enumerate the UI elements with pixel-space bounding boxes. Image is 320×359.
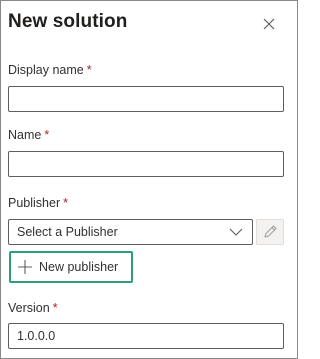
close-button[interactable] [259, 14, 279, 34]
name-label-text: Name [8, 128, 42, 142]
display-name-label-text: Display name [8, 63, 84, 77]
name-label: Name * [8, 128, 49, 142]
required-mark: * [63, 196, 68, 210]
required-mark: * [44, 128, 50, 142]
pencil-icon [264, 225, 277, 238]
chevron-down-icon [228, 224, 244, 240]
display-name-field[interactable] [8, 86, 284, 112]
display-name-label: Display name * [8, 63, 92, 77]
name-field[interactable] [8, 151, 284, 177]
new-publisher-label: New publisher [39, 260, 119, 274]
required-mark: * [86, 63, 92, 77]
panel-title: New solution [8, 11, 128, 32]
plus-icon [17, 259, 33, 275]
version-label: Version * [8, 301, 58, 315]
version-field[interactable] [8, 323, 284, 349]
edit-publisher-button[interactable] [256, 219, 284, 245]
version-label-text: Version [8, 301, 50, 315]
publisher-label: Publisher * [8, 196, 68, 210]
required-mark: * [52, 301, 58, 315]
publisher-label-text: Publisher [8, 196, 61, 210]
close-icon [263, 18, 275, 30]
new-solution-panel: New solution Display name * Name * Publish… [0, 0, 298, 359]
publisher-dropdown[interactable]: Select a Publisher [8, 219, 253, 245]
publisher-dropdown-value: Select a Publisher [17, 225, 118, 239]
new-publisher-button[interactable]: New publisher [9, 251, 133, 283]
